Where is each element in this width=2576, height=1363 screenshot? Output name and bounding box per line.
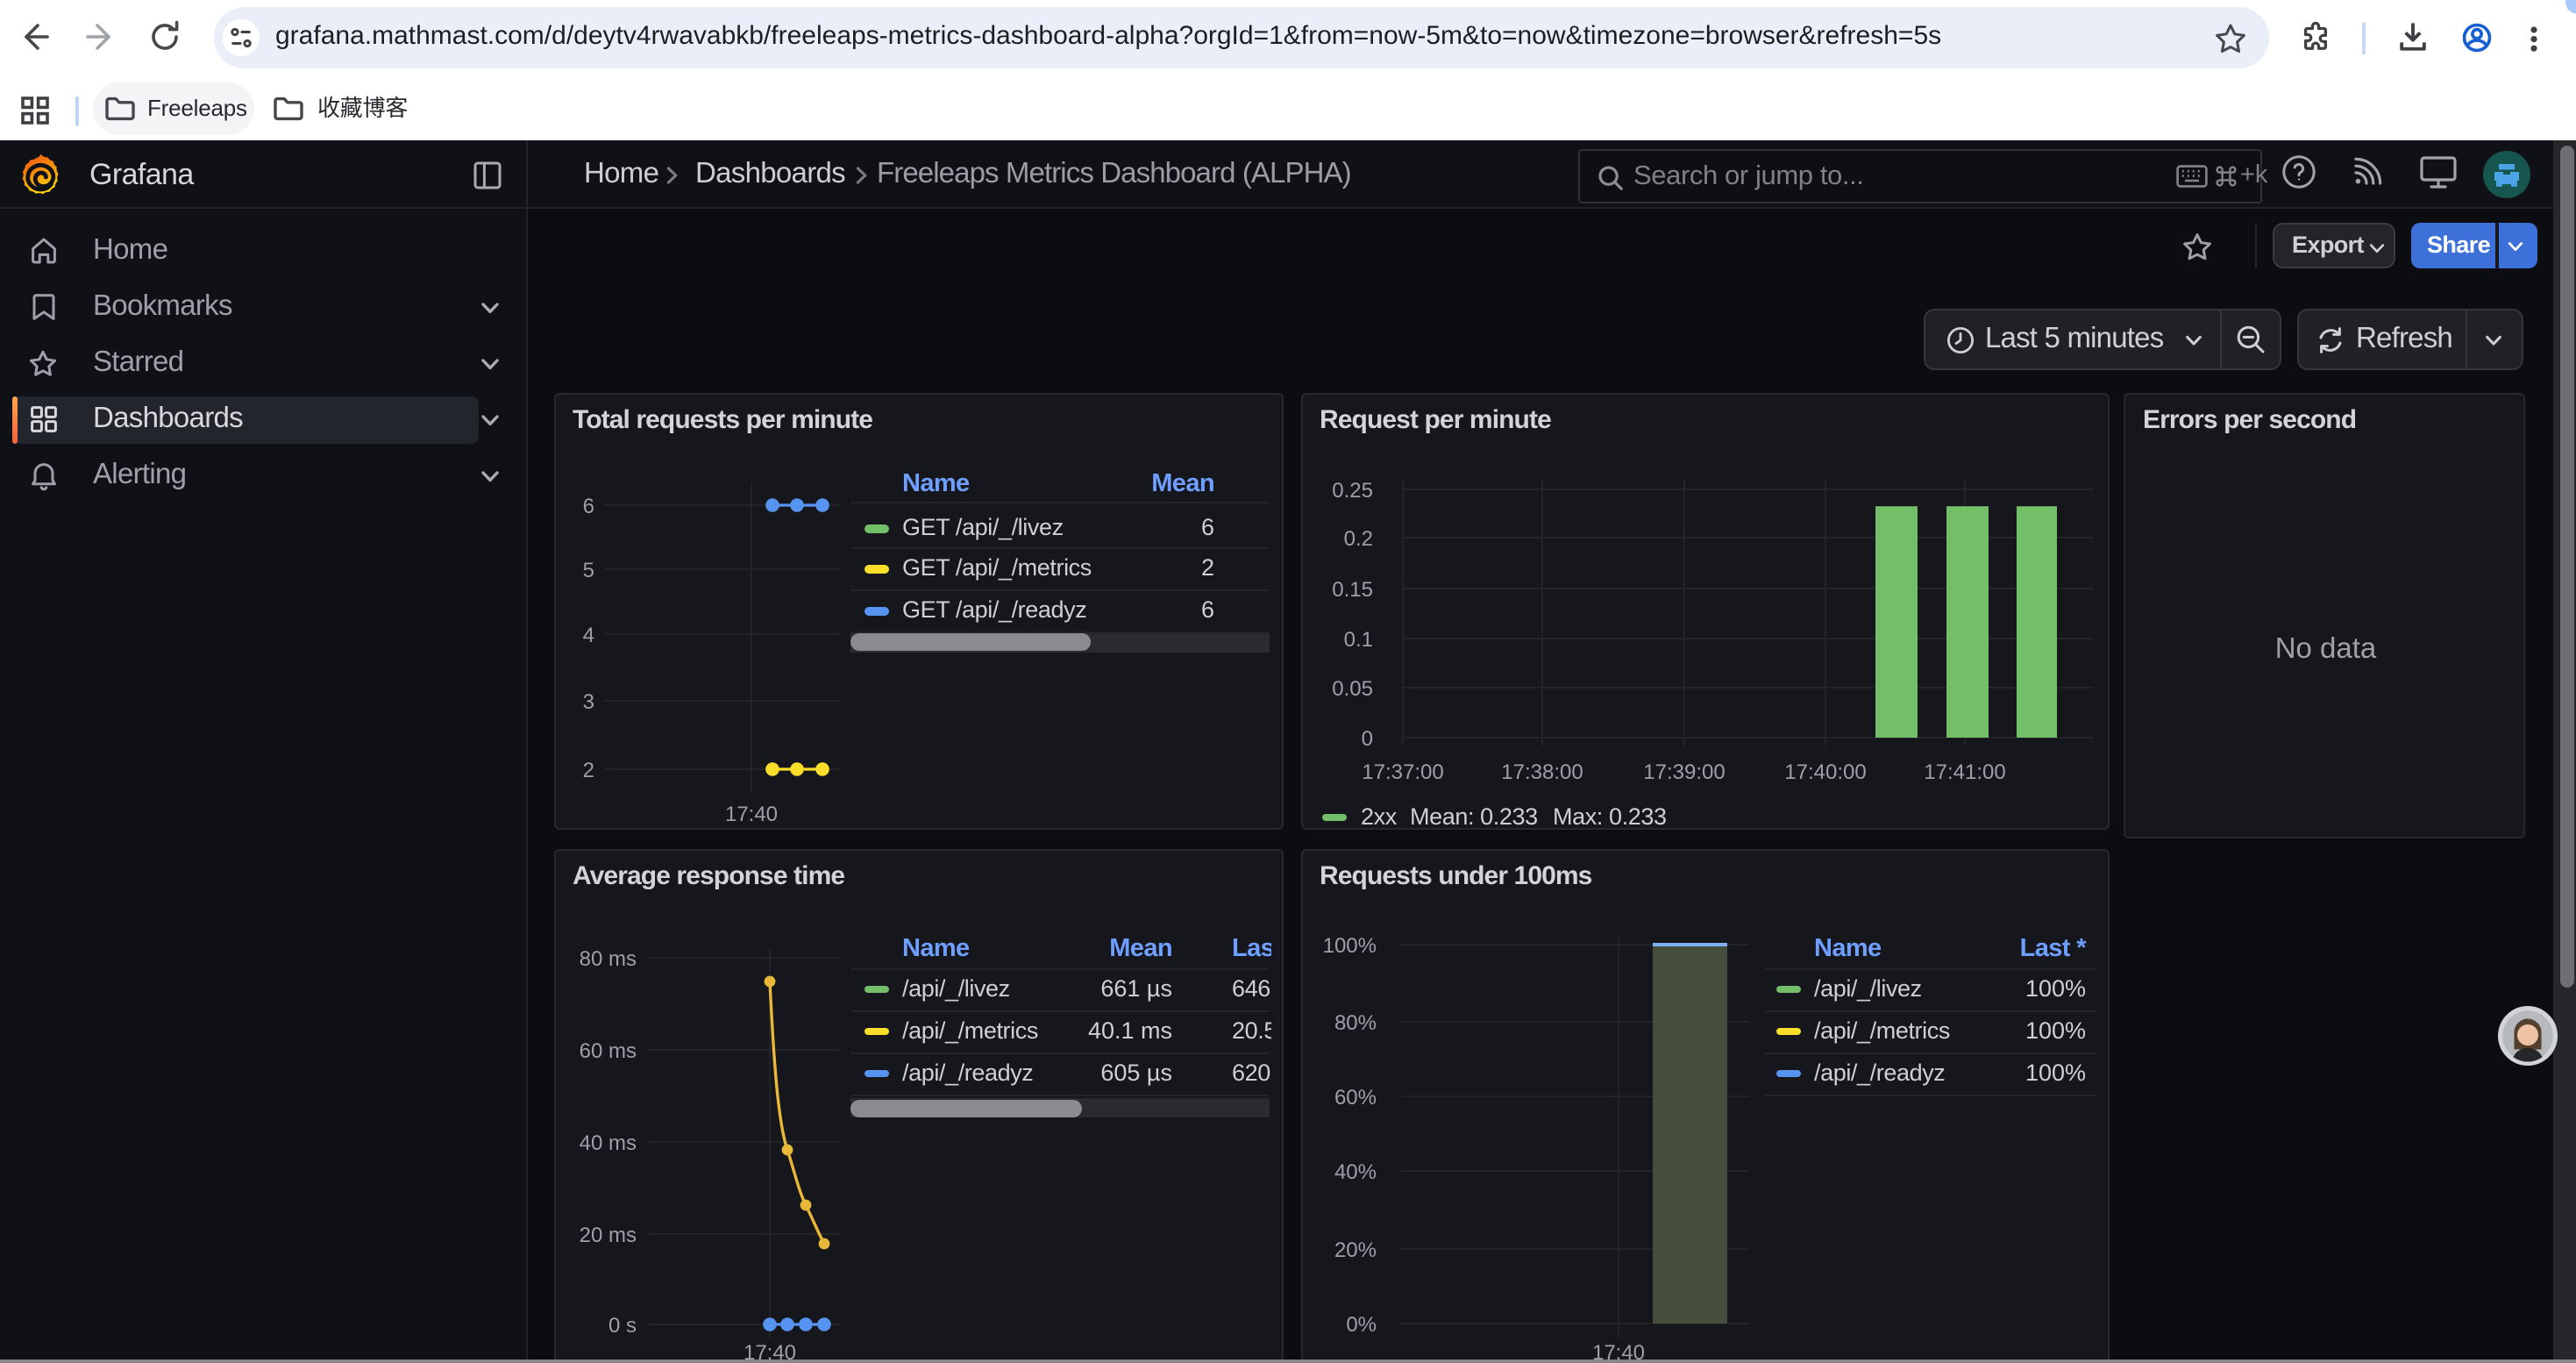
svg-text:0 s: 0 s — [608, 1314, 636, 1338]
svg-text:0.1: 0.1 — [1343, 627, 1372, 651]
svg-text:100%: 100% — [1322, 934, 1376, 958]
svg-text:0.25: 0.25 — [1331, 478, 1372, 502]
svg-text:17:37:00: 17:37:00 — [1361, 760, 1442, 783]
svg-text:80%: 80% — [1334, 1011, 1376, 1035]
svg-text:0%: 0% — [1345, 1313, 1376, 1337]
svg-text:17:40: 17:40 — [724, 802, 777, 825]
svg-text:40 ms: 40 ms — [579, 1131, 636, 1155]
svg-text:20 ms: 20 ms — [579, 1224, 636, 1247]
svg-text:17:39:00: 17:39:00 — [1642, 760, 1724, 783]
svg-text:0: 0 — [1361, 726, 1372, 750]
svg-text:60%: 60% — [1334, 1086, 1376, 1110]
svg-text:40%: 40% — [1334, 1160, 1376, 1184]
svg-text:6: 6 — [582, 494, 594, 517]
svg-text:2: 2 — [582, 758, 594, 781]
svg-text:17:40:00: 17:40:00 — [1783, 760, 1865, 783]
svg-text:4: 4 — [582, 623, 594, 646]
svg-text:17:41:00: 17:41:00 — [1923, 760, 2004, 783]
svg-text:60 ms: 60 ms — [579, 1039, 636, 1063]
svg-text:0.05: 0.05 — [1331, 676, 1372, 700]
svg-text:0.2: 0.2 — [1343, 526, 1372, 550]
svg-text:3: 3 — [582, 689, 594, 713]
svg-text:80 ms: 80 ms — [579, 947, 636, 971]
svg-text:20%: 20% — [1334, 1238, 1376, 1262]
svg-text:5: 5 — [582, 558, 594, 582]
svg-text:0.15: 0.15 — [1331, 577, 1372, 601]
svg-text:17:38:00: 17:38:00 — [1500, 760, 1582, 783]
